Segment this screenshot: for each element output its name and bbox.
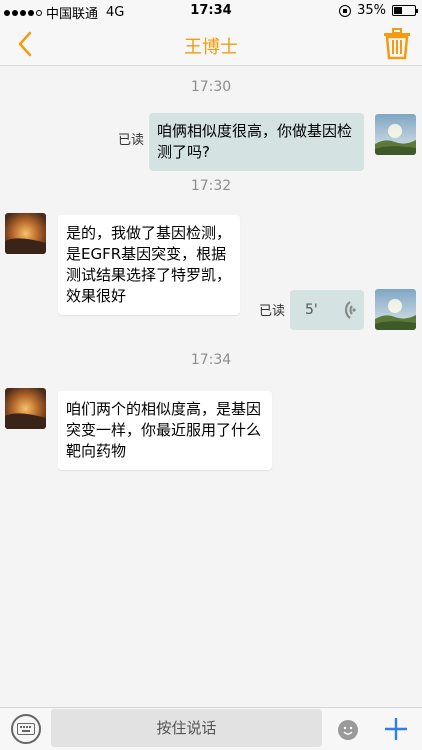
keyboard-icon: [17, 723, 35, 735]
plus-icon: [385, 718, 407, 740]
message-timestamp: 17:34: [190, 352, 232, 368]
page-title: 王博士: [184, 37, 238, 58]
more-button[interactable]: [381, 714, 411, 744]
voice-duration: 5': [305, 302, 318, 318]
emoji-icon: [343, 726, 353, 735]
battery-percent: 35%: [357, 3, 386, 18]
avatar[interactable]: [5, 388, 46, 429]
navigation-bar: 王博士: [0, 22, 422, 66]
message-bubble-incoming[interactable]: 咱们两个的相似度高，是基因突变一样，你最近服用了什么靶向药物: [58, 391, 272, 470]
message-bubble-incoming[interactable]: 是的，我做了基因检测，是EGFR基因突变，根据测试结果选择了特罗凯，效果很好: [58, 215, 240, 315]
chat-area[interactable]: 17:30 已读 咱俩相似度很高，你做基因检测了吗? 17:32 是的，我做了基…: [0, 67, 422, 707]
message-bubble-outgoing[interactable]: 咱俩相似度很高，你做基因检测了吗?: [149, 113, 364, 171]
read-receipt: 已读: [259, 304, 286, 319]
hold-to-talk-button[interactable]: 按住说话: [51, 709, 322, 747]
voice-message-bubble[interactable]: 5': [290, 290, 364, 330]
status-bar: 中国联通 4G 17:34 35%: [0, 0, 422, 22]
avatar[interactable]: [5, 213, 46, 254]
input-bar: 按住说话: [0, 707, 422, 750]
message-timestamp: 17:30: [190, 79, 232, 95]
message-timestamp: 17:32: [190, 178, 232, 194]
read-receipt: 已读: [118, 133, 145, 148]
keyboard-toggle-button[interactable]: [11, 714, 41, 744]
avatar[interactable]: [375, 114, 416, 155]
trash-icon: [384, 28, 410, 60]
emoji-button[interactable]: [338, 720, 358, 740]
rotation-lock-icon: [339, 4, 352, 17]
battery-icon: [392, 5, 418, 16]
delete-button[interactable]: [382, 28, 412, 60]
voice-wave-icon: [344, 301, 356, 319]
avatar[interactable]: [375, 289, 416, 330]
